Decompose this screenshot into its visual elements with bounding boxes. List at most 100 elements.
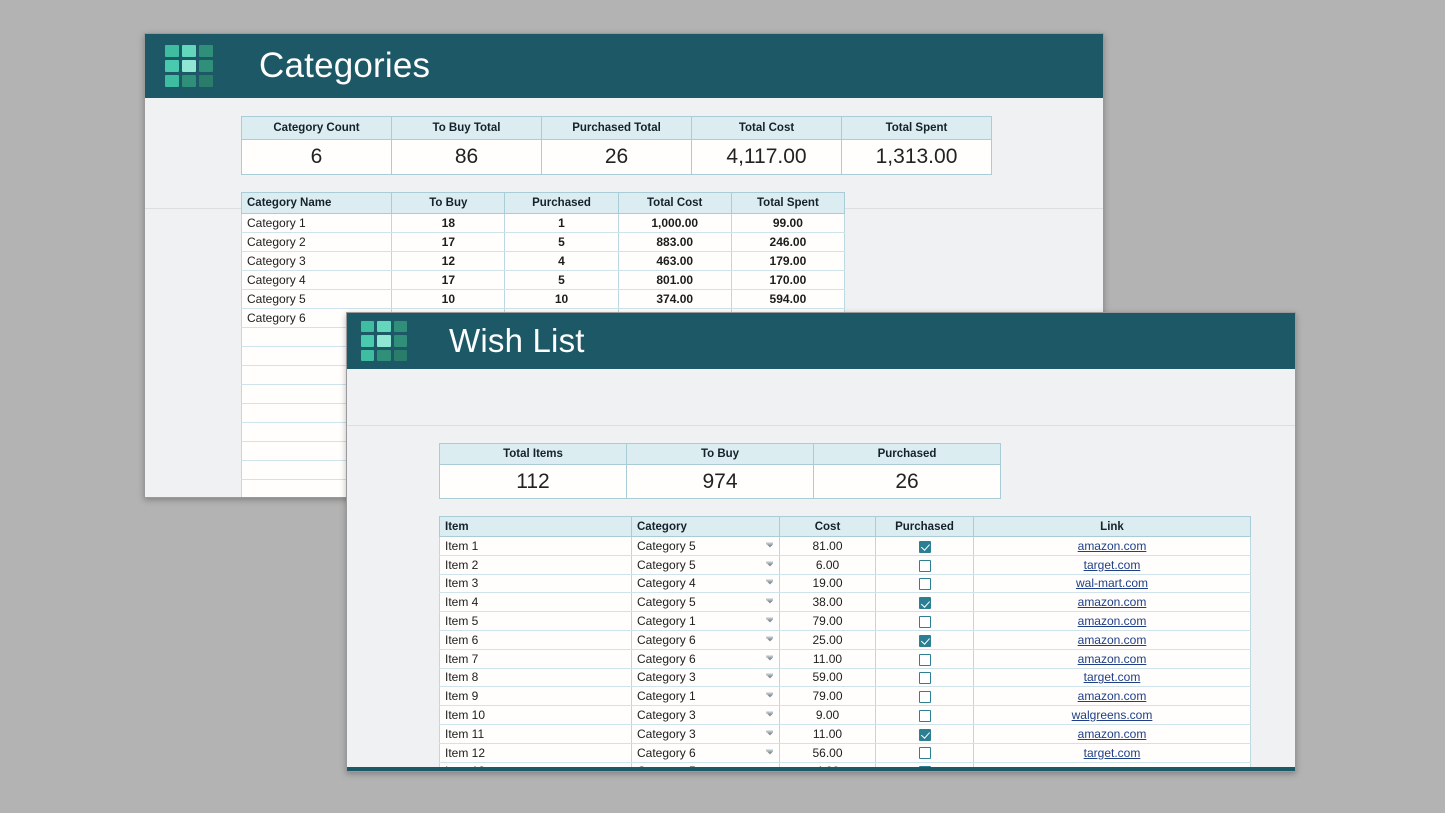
table-row[interactable]: Category 2175883.00246.00	[242, 233, 845, 252]
column-header: To Buy	[392, 193, 505, 214]
item-link[interactable]: amazon.com	[1078, 614, 1147, 628]
item-name-cell: Item 8	[440, 668, 632, 687]
item-link[interactable]: amazon.com	[1078, 689, 1147, 703]
chevron-down-icon[interactable]	[765, 673, 774, 682]
to-buy-cell: 10	[392, 290, 505, 309]
item-link[interactable]: target.com	[1084, 746, 1141, 760]
checkbox-unchecked[interactable]	[919, 560, 931, 572]
logo-tile-1	[165, 45, 179, 57]
checkbox-checked[interactable]	[919, 597, 931, 609]
wishlist-window[interactable]: Wish List Total ItemsTo BuyPurchased 112…	[346, 312, 1296, 772]
table-row[interactable]: Item 2Category 56.00target.com	[440, 555, 1251, 574]
item-link[interactable]: amazon.com	[1078, 727, 1147, 741]
chevron-down-icon[interactable]	[765, 579, 774, 588]
item-link[interactable]: walgreens.com	[1072, 708, 1153, 722]
category-select[interactable]: Category 5	[632, 555, 780, 574]
category-select[interactable]: Category 6	[632, 743, 780, 762]
table-row[interactable]: Category 3124463.00179.00	[242, 252, 845, 271]
item-link[interactable]: wal-mart.com	[1076, 576, 1148, 590]
cost-cell: 9.00	[780, 706, 876, 725]
column-header: Total Spent	[731, 193, 844, 214]
category-select[interactable]: Category 3	[632, 668, 780, 687]
checkbox-unchecked[interactable]	[919, 672, 931, 684]
total-spent-cell: 179.00	[731, 252, 844, 271]
chevron-down-icon[interactable]	[765, 692, 774, 701]
category-select[interactable]: Category 5	[632, 593, 780, 612]
checkbox-checked[interactable]	[919, 541, 931, 553]
chevron-down-icon[interactable]	[765, 711, 774, 720]
category-select[interactable]: Category 3	[632, 706, 780, 725]
column-header: Purchased	[505, 193, 618, 214]
checkbox-unchecked[interactable]	[919, 654, 931, 666]
table-row[interactable]: Item 6Category 625.00amazon.com	[440, 630, 1251, 649]
item-link[interactable]: target.com	[1084, 764, 1141, 767]
category-select[interactable]: Category 3	[632, 724, 780, 743]
table-row[interactable]: Item 10Category 39.00walgreens.com	[440, 706, 1251, 725]
page-title: Wish List	[449, 322, 585, 360]
chevron-down-icon[interactable]	[765, 598, 774, 607]
link-cell: target.com	[974, 743, 1251, 762]
table-row[interactable]: Item 8Category 359.00target.com	[440, 668, 1251, 687]
logo-tile-7	[361, 350, 374, 361]
category-select[interactable]: Category 4	[632, 574, 780, 593]
link-cell: wal-mart.com	[974, 574, 1251, 593]
chevron-down-icon[interactable]	[765, 729, 774, 738]
purchased-checkbox-cell	[876, 630, 974, 649]
item-link[interactable]: amazon.com	[1078, 539, 1147, 553]
table-row[interactable]: Item 3Category 419.00wal-mart.com	[440, 574, 1251, 593]
item-link[interactable]: target.com	[1084, 670, 1141, 684]
chevron-down-icon[interactable]	[765, 617, 774, 626]
chevron-down-icon[interactable]	[765, 560, 774, 569]
checkbox-unchecked[interactable]	[919, 691, 931, 703]
category-select[interactable]: Category 5	[632, 762, 780, 767]
table-row[interactable]: Item 13Category 54.00target.com	[440, 762, 1251, 767]
to-buy-cell: 17	[392, 233, 505, 252]
purchased-checkbox-cell	[876, 555, 974, 574]
checkbox-unchecked[interactable]	[919, 766, 931, 767]
purchased-checkbox-cell	[876, 574, 974, 593]
item-name-cell: Item 4	[440, 593, 632, 612]
table-row[interactable]: Item 1Category 581.00amazon.com	[440, 537, 1251, 556]
chevron-down-icon[interactable]	[765, 541, 774, 550]
table-header-row: Total ItemsTo BuyPurchased	[440, 444, 1001, 465]
item-name-cell: Item 11	[440, 724, 632, 743]
link-cell: target.com	[974, 762, 1251, 767]
item-link[interactable]: amazon.com	[1078, 633, 1147, 647]
table-row[interactable]: Item 11Category 311.00amazon.com	[440, 724, 1251, 743]
logo-tile-8	[377, 350, 390, 361]
checkbox-checked[interactable]	[919, 729, 931, 741]
table-row[interactable]: Item 12Category 656.00target.com	[440, 743, 1251, 762]
checkbox-unchecked[interactable]	[919, 747, 931, 759]
item-link[interactable]: amazon.com	[1078, 652, 1147, 666]
table-row[interactable]: Category 4175801.00170.00	[242, 271, 845, 290]
category-select[interactable]: Category 6	[632, 630, 780, 649]
total-cost-cell: 801.00	[618, 271, 731, 290]
summary-value: 4,117.00	[692, 140, 842, 175]
cost-cell: 11.00	[780, 649, 876, 668]
category-select[interactable]: Category 1	[632, 687, 780, 706]
column-header: Category Count	[242, 117, 392, 140]
logo-tile-5	[182, 60, 196, 72]
chevron-down-icon[interactable]	[765, 635, 774, 644]
item-name-cell: Item 5	[440, 612, 632, 631]
table-row[interactable]: Item 4Category 538.00amazon.com	[440, 593, 1251, 612]
table-row[interactable]: Item 5Category 179.00amazon.com	[440, 612, 1251, 631]
checkbox-checked[interactable]	[919, 635, 931, 647]
table-row[interactable]: Category 51010374.00594.00	[242, 290, 845, 309]
purchased-cell: 5	[505, 233, 618, 252]
logo-tile-3	[394, 321, 407, 332]
category-select[interactable]: Category 1	[632, 612, 780, 631]
checkbox-unchecked[interactable]	[919, 578, 931, 590]
category-select[interactable]: Category 6	[632, 649, 780, 668]
chevron-down-icon[interactable]	[765, 654, 774, 663]
total-spent-cell: 246.00	[731, 233, 844, 252]
table-row[interactable]: Category 11811,000.0099.00	[242, 214, 845, 233]
category-select[interactable]: Category 5	[632, 537, 780, 556]
checkbox-unchecked[interactable]	[919, 710, 931, 722]
table-row[interactable]: Item 7Category 611.00amazon.com	[440, 649, 1251, 668]
item-link[interactable]: amazon.com	[1078, 595, 1147, 609]
checkbox-unchecked[interactable]	[919, 616, 931, 628]
chevron-down-icon[interactable]	[765, 748, 774, 757]
item-link[interactable]: target.com	[1084, 558, 1141, 572]
table-row[interactable]: Item 9Category 179.00amazon.com	[440, 687, 1251, 706]
